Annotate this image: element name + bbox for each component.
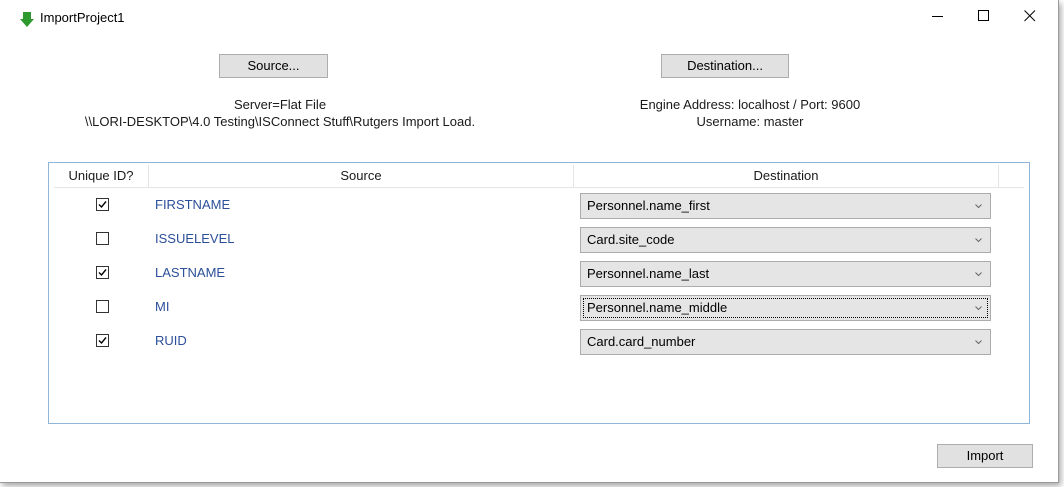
chevron-down-icon — [975, 340, 982, 345]
checkmark-icon — [98, 269, 107, 277]
destination-value: Personnel.name_first — [587, 198, 710, 213]
grid-header: Unique ID? Source Destination — [54, 165, 1024, 188]
checkmark-icon — [98, 337, 107, 345]
title-bar: ImportProject1 — [0, 0, 1058, 32]
chevron-down-icon — [975, 272, 982, 277]
green-down-arrow-icon — [20, 12, 34, 27]
import-project-window: ImportProject1 Source... Destination... … — [0, 0, 1059, 483]
import-button[interactable]: Import — [937, 444, 1033, 468]
table-row: RUID Card.card_number — [54, 325, 1024, 359]
mapping-grid: Unique ID? Source Destination FIRSTNAME … — [48, 162, 1030, 424]
destination-dropdown[interactable]: Personnel.name_first — [580, 193, 991, 219]
destination-dropdown[interactable]: Card.site_code — [580, 227, 991, 253]
unique-id-checkbox[interactable] — [96, 266, 109, 279]
source-field: ISSUELEVEL — [155, 231, 235, 246]
destination-dropdown[interactable]: Card.card_number — [580, 329, 991, 355]
source-info: Server=Flat File \\LORI-DESKTOP\4.0 Test… — [30, 96, 530, 130]
checkmark-icon — [98, 201, 107, 209]
chevron-down-icon — [975, 204, 982, 209]
username-text: Username: master — [696, 114, 804, 129]
unique-id-checkbox[interactable] — [96, 300, 109, 313]
unique-id-checkbox[interactable] — [96, 334, 109, 347]
destination-button[interactable]: Destination... — [661, 54, 789, 78]
destination-value: Personnel.name_last — [587, 266, 710, 281]
source-server-text: Server=Flat File — [233, 97, 327, 112]
source-path-text: \\LORI-DESKTOP\4.0 Testing\ISConnect Stu… — [84, 114, 476, 129]
minimize-icon — [932, 16, 943, 17]
table-row: LASTNAME Personnel.name_last — [54, 257, 1024, 291]
window-title: ImportProject1 — [40, 10, 125, 25]
destination-value: Card.site_code — [587, 232, 675, 247]
destination-value: Personnel.name_middle — [587, 300, 728, 315]
maximize-button[interactable] — [961, 0, 1007, 32]
header-destination[interactable]: Destination — [574, 165, 999, 187]
engine-address-text: Engine Address: localhost / Port: 9600 — [639, 97, 861, 112]
unique-id-checkbox[interactable] — [96, 232, 109, 245]
header-source[interactable]: Source — [149, 165, 574, 187]
source-field: LASTNAME — [155, 265, 226, 280]
source-button[interactable]: Source... — [219, 54, 328, 78]
table-row: ISSUELEVEL Card.site_code — [54, 223, 1024, 257]
destination-dropdown[interactable]: Personnel.name_last — [580, 261, 991, 287]
source-field: MI — [155, 299, 170, 314]
minimize-button[interactable] — [915, 0, 961, 32]
chevron-down-icon — [975, 238, 982, 243]
close-button[interactable] — [1007, 0, 1053, 32]
close-icon — [1024, 10, 1036, 22]
source-field: FIRSTNAME — [155, 197, 231, 212]
destination-value: Card.card_number — [587, 334, 696, 349]
unique-id-checkbox[interactable] — [96, 198, 109, 211]
destination-dropdown[interactable]: Personnel.name_middle — [580, 295, 991, 321]
destination-info: Engine Address: localhost / Port: 9600 U… — [560, 96, 940, 130]
chevron-down-icon — [975, 306, 982, 311]
source-field: RUID — [155, 333, 187, 348]
header-unique-id[interactable]: Unique ID? — [54, 165, 149, 187]
table-row: FIRSTNAME Personnel.name_first — [54, 189, 1024, 223]
maximize-icon — [978, 10, 989, 21]
table-row: MI Personnel.name_middle — [54, 291, 1024, 325]
